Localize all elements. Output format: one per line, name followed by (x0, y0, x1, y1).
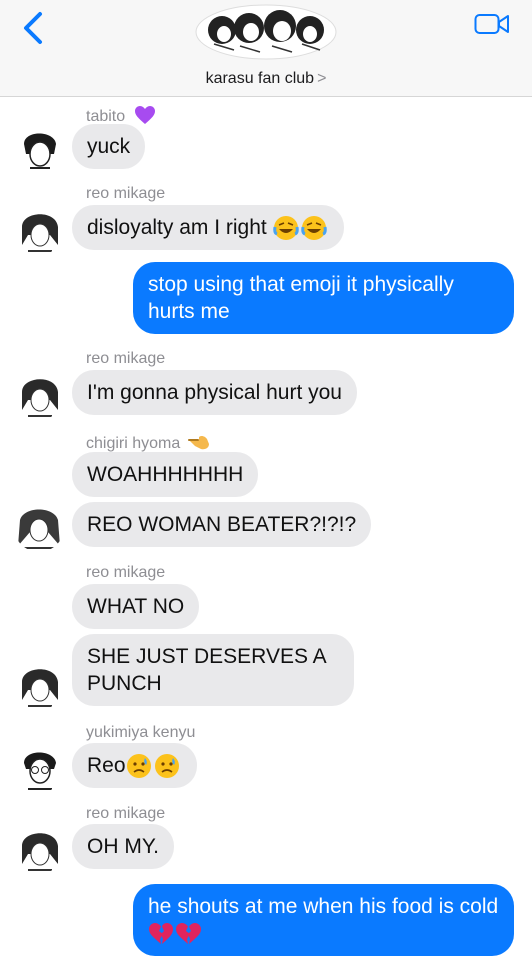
pointing-hand-emoji (187, 435, 209, 450)
conversation-header: karasu fan club > (0, 0, 532, 97)
broken-heart-emoji (149, 923, 201, 945)
sender-name: tabito (86, 105, 156, 126)
sender-name: reo mikage (86, 185, 166, 202)
sad-face-emoji (126, 754, 179, 779)
group-avatar[interactable] (194, 4, 338, 60)
video-camera-icon[interactable] (474, 12, 510, 36)
chevron-right-icon[interactable]: > (317, 70, 326, 87)
message-bubble[interactable]: I'm gonna physical hurt you (72, 370, 357, 415)
sender-name: reo mikage (86, 805, 166, 822)
purple-heart-emoji (134, 106, 155, 124)
conversation-title[interactable]: karasu fan club > (0, 70, 532, 88)
message-bubble[interactable]: disloyalty am I right (72, 205, 344, 251)
avatar[interactable] (14, 824, 64, 874)
sender-name: reo mikage (86, 350, 166, 367)
avatar[interactable] (14, 743, 64, 793)
message-bubble[interactable]: SHE JUST DESERVES A PUNCH (72, 634, 354, 706)
message-bubble[interactable]: WHAT NO (72, 584, 200, 629)
tears-of-joy-emoji (272, 216, 327, 241)
message-bubble[interactable]: Reo (72, 743, 197, 789)
message-bubble[interactable]: REO WOMAN BEATER?!?!? (72, 502, 372, 547)
chevron-left-icon[interactable] (18, 10, 48, 46)
sender-name: chigiri hyoma (86, 432, 211, 453)
message-bubble[interactable]: WOAHHHHHHH (72, 452, 259, 497)
message-bubble[interactable]: yuck (72, 124, 146, 169)
message-bubble-outgoing[interactable]: stop using that emoji it physically hurt… (133, 262, 514, 334)
sender-name: yukimiya kenyu (86, 724, 196, 741)
avatar[interactable] (14, 205, 64, 255)
avatar[interactable] (14, 124, 64, 174)
avatar[interactable] (14, 370, 64, 420)
avatar[interactable] (14, 660, 64, 710)
message-bubble-outgoing[interactable]: he shouts at me when his food is cold (133, 884, 514, 956)
message-bubble[interactable]: OH MY. (72, 824, 174, 869)
sender-name: reo mikage (86, 564, 166, 581)
avatar[interactable] (14, 502, 64, 552)
conversation-title-text[interactable]: karasu fan club (206, 70, 315, 87)
